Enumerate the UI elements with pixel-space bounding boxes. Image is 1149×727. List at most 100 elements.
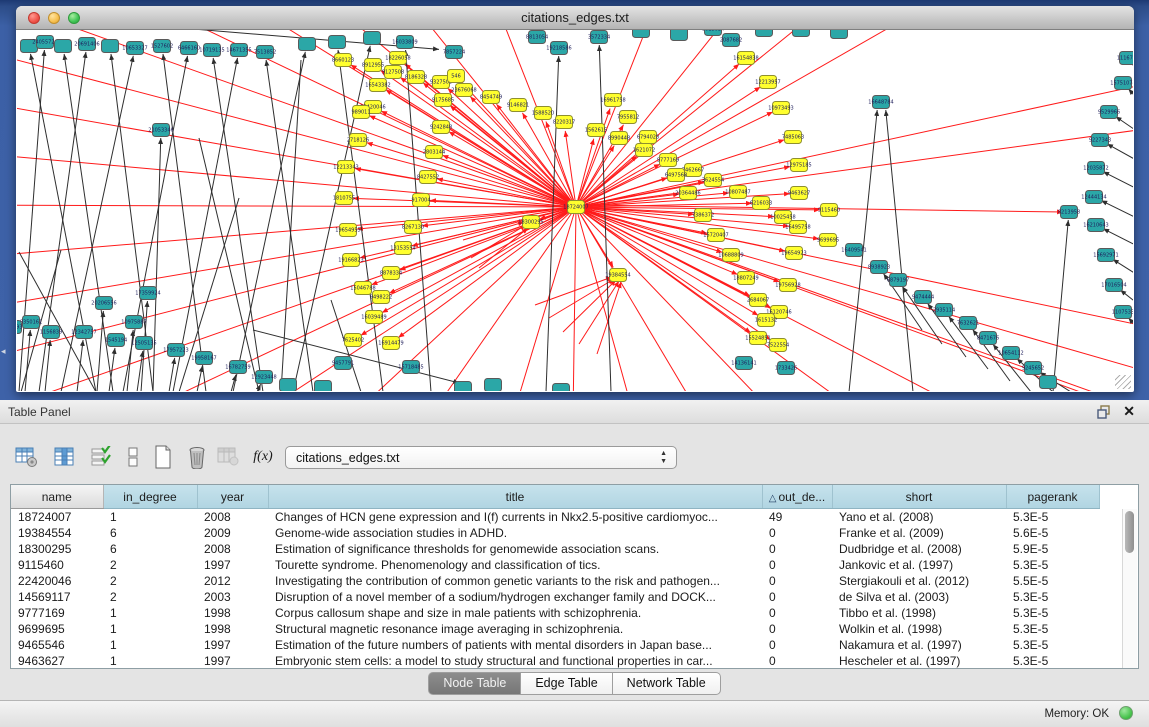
table-row[interactable]: 1830029562008Estimation of significance … xyxy=(11,541,1099,557)
table-cell[interactable]: 2 xyxy=(103,589,197,605)
table-cell[interactable]: 5.3E-5 xyxy=(1006,557,1099,573)
network-node[interactable]: 12923448 xyxy=(251,371,276,384)
network-node[interactable]: 15751074 xyxy=(1110,77,1133,90)
table-cell[interactable]: Stergiakouli et al. (2012) xyxy=(832,573,1006,589)
network-node[interactable]: 13153554 xyxy=(390,242,415,255)
column-header-pagerank[interactable]: pagerank xyxy=(1006,485,1099,509)
network-node[interactable]: 20691406 xyxy=(74,38,99,51)
table-cell[interactable]: 2008 xyxy=(197,509,268,526)
network-node[interactable]: 17016504 xyxy=(1101,279,1126,292)
table-cell[interactable]: 5.3E-5 xyxy=(1006,605,1099,621)
network-node[interactable]: 8186328 xyxy=(405,71,427,84)
network-node[interactable]: 9474444 xyxy=(912,291,934,304)
network-node[interactable]: 9463627 xyxy=(788,187,810,200)
float-panel-icon[interactable] xyxy=(1097,405,1111,419)
network-node[interactable]: 8938923 xyxy=(868,261,890,274)
network-node[interactable]: 14136141 xyxy=(731,357,756,370)
network-node[interactable]: 20206556 xyxy=(91,297,116,310)
network-node[interactable]: 2935114 xyxy=(933,304,955,317)
table-cell[interactable]: 1 xyxy=(103,621,197,637)
network-node[interactable]: 7522554 xyxy=(767,339,789,352)
table-cell[interactable]: 5.3E-5 xyxy=(1006,637,1099,653)
network-node[interactable]: 9498222 xyxy=(370,291,392,304)
network-node[interactable]: 19218586 xyxy=(546,42,571,55)
table-row[interactable]: 946554611997Estimation of the future num… xyxy=(11,637,1099,653)
network-node[interactable]: 7386372 xyxy=(692,209,714,222)
network-node[interactable] xyxy=(55,40,72,53)
network-node[interactable] xyxy=(671,30,688,41)
table-cell[interactable]: Franke et al. (2009) xyxy=(832,525,1006,541)
network-node[interactable]: 16914479 xyxy=(378,337,403,350)
table-row[interactable]: 2242004622012Investigating the contribut… xyxy=(11,573,1099,589)
table-cell[interactable]: Tibbo et al. (1998) xyxy=(832,605,1006,621)
network-node[interactable]: 917004 xyxy=(411,194,430,207)
table-cell[interactable]: Corpus callosum shape and size in male p… xyxy=(268,605,762,621)
network-node[interactable]: 1156839 xyxy=(40,326,62,339)
network-node[interactable]: 8990448 xyxy=(608,132,630,145)
table-cell[interactable]: Yano et al. (2008) xyxy=(832,509,1006,526)
column-header-title[interactable]: title xyxy=(268,485,762,509)
table-row[interactable]: 911546021997Tourette syndrome. Phenomeno… xyxy=(11,557,1099,573)
table-cell[interactable]: 22420046 xyxy=(11,573,103,589)
table-cell[interactable]: 18724007 xyxy=(11,509,103,526)
network-node[interactable]: 2087682 xyxy=(720,34,742,47)
network-node[interactable]: 3572334 xyxy=(588,31,610,44)
table-cell[interactable]: 5.3E-5 xyxy=(1006,509,1099,526)
network-node[interactable]: 7485063 xyxy=(782,131,804,144)
table-cell[interactable]: 1997 xyxy=(197,557,268,573)
network-node[interactable]: 15720407 xyxy=(703,229,728,242)
import-table-icon[interactable] xyxy=(214,442,244,472)
table-cell[interactable]: Genome-wide association studies in ADHD. xyxy=(268,525,762,541)
table-cell[interactable]: 9115460 xyxy=(11,557,103,573)
table-row[interactable]: 946362711997Embryonic stem cells: a mode… xyxy=(11,653,1099,669)
network-node[interactable]: 6879197 xyxy=(887,274,909,287)
network-node[interactable]: 1810755 xyxy=(333,192,355,205)
table-row[interactable]: 977716911998Corpus callosum shape and si… xyxy=(11,605,1099,621)
column-header-year[interactable]: year xyxy=(197,485,268,509)
network-node[interactable]: 15046788 xyxy=(350,282,375,295)
table-cell[interactable]: 0 xyxy=(762,589,832,605)
network-node[interactable]: 17957223 xyxy=(163,344,188,357)
table-cell[interactable]: 0 xyxy=(762,605,832,621)
network-node[interactable]: 939193 xyxy=(17,321,23,334)
network-node[interactable]: 546 xyxy=(448,70,465,83)
table-cell[interactable]: 2003 xyxy=(197,589,268,605)
table-cell[interactable]: Dudbridge et al. (2008) xyxy=(832,541,1006,557)
table-cell[interactable]: de Silva et al. (2003) xyxy=(832,589,1006,605)
network-node[interactable]: 9529966 xyxy=(1098,106,1120,119)
network-node[interactable]: 9457791 xyxy=(332,357,354,370)
column-header-short[interactable]: short xyxy=(832,485,1006,509)
network-node[interactable]: 7625402 xyxy=(342,334,364,347)
network-node[interactable]: 9699695 xyxy=(817,234,839,247)
network-canvas[interactable]: 2405572420691406106533271527602646616010… xyxy=(17,30,1133,391)
network-node[interactable]: 7513852 xyxy=(254,46,276,59)
window-resize-grip[interactable] xyxy=(1115,375,1131,389)
network-node[interactable]: 7857224 xyxy=(443,46,465,59)
network-node[interactable]: 10719135 xyxy=(199,44,224,57)
network-node[interactable]: 8220317 xyxy=(553,116,575,129)
network-node[interactable]: 16648784 xyxy=(868,96,893,109)
network-node[interactable] xyxy=(633,30,650,38)
network-node[interactable]: 9115460 xyxy=(818,204,840,217)
table-cell[interactable]: Changes of HCN gene expression and I(f) … xyxy=(268,509,762,526)
network-node[interactable]: 1116753 xyxy=(1117,52,1133,65)
select-rows-icon[interactable] xyxy=(86,442,116,472)
column-header-in_degree[interactable]: in_degree xyxy=(103,485,197,509)
table-cell[interactable]: 9463627 xyxy=(11,653,103,669)
network-node[interactable]: 3624554 xyxy=(702,174,724,187)
table-cell[interactable]: Estimation of the future numbers of pati… xyxy=(268,637,762,653)
table-cell[interactable]: 1 xyxy=(103,605,197,621)
network-node[interactable]: 8660123 xyxy=(332,54,354,67)
network-node[interactable]: 8878334 xyxy=(380,267,402,280)
table-cell[interactable]: 49 xyxy=(762,509,832,526)
network-node[interactable] xyxy=(1040,376,1057,389)
network-node[interactable]: 15718485 xyxy=(398,361,423,374)
network-node[interactable]: 6497568 xyxy=(665,169,687,182)
table-row[interactable]: 1872400712008Changes of HCN gene express… xyxy=(11,509,1099,526)
table-cell[interactable]: 2009 xyxy=(197,525,268,541)
network-node[interactable]: 9127508 xyxy=(382,66,404,79)
table-cell[interactable]: 9699695 xyxy=(11,621,103,637)
table-cell[interactable]: 0 xyxy=(762,557,832,573)
table-selector-dropdown[interactable]: citations_edges.txt ▲▼ xyxy=(285,446,677,469)
table-cell[interactable]: 2 xyxy=(103,573,197,589)
